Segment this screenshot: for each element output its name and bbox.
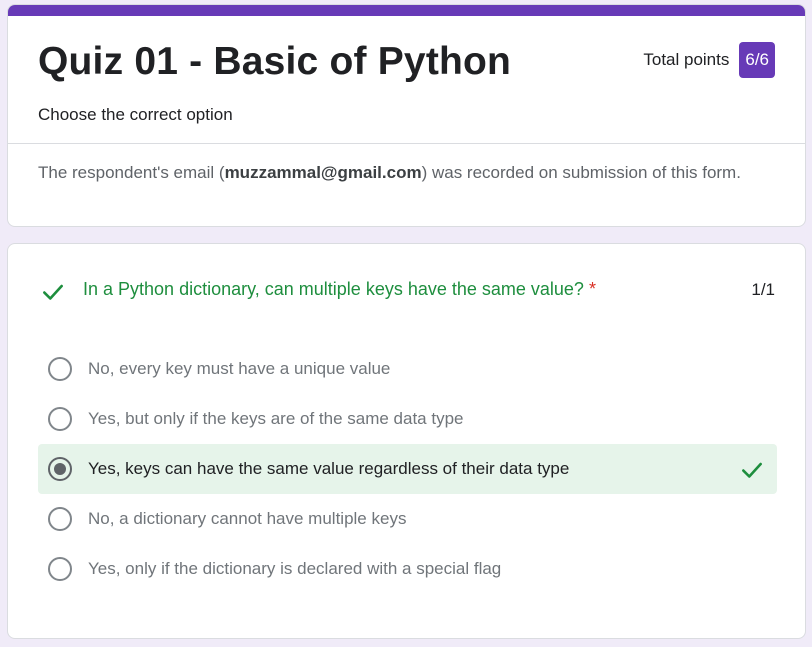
- check-icon: [742, 462, 762, 478]
- option-1[interactable]: No, every key must have a unique value: [38, 344, 777, 394]
- radio-button[interactable]: [48, 407, 72, 431]
- required-mark: *: [588, 279, 596, 299]
- radio-button-selected[interactable]: [48, 457, 72, 481]
- divider: [8, 143, 805, 144]
- radio-button[interactable]: [48, 357, 72, 381]
- total-points: Total points 6/6: [643, 42, 775, 78]
- option-label: Yes, but only if the keys are of the sam…: [88, 409, 464, 428]
- option-label: No, a dictionary cannot have multiple ke…: [88, 509, 407, 528]
- option-label: Yes, only if the dictionary is declared …: [88, 559, 502, 578]
- question-card: In a Python dictionary, can multiple key…: [7, 243, 806, 639]
- option-2[interactable]: Yes, but only if the keys are of the sam…: [38, 394, 777, 444]
- email-note-prefix: The respondent's email (: [38, 163, 225, 182]
- email-note: The respondent's email (muzzammal@gmail.…: [38, 160, 778, 185]
- page-title: Quiz 01 - Basic of Python: [38, 40, 512, 83]
- radio-dot: [54, 463, 66, 475]
- option-label: No, every key must have a unique value: [88, 359, 391, 378]
- check-icon: [43, 284, 63, 300]
- accent-bar: [8, 5, 805, 16]
- option-4[interactable]: No, a dictionary cannot have multiple ke…: [38, 494, 777, 544]
- option-5[interactable]: Yes, only if the dictionary is declared …: [38, 544, 777, 594]
- question-text: In a Python dictionary, can multiple key…: [83, 279, 584, 299]
- radio-button[interactable]: [48, 507, 72, 531]
- radio-button[interactable]: [48, 557, 72, 581]
- question-score: 1/1: [751, 280, 775, 299]
- total-points-badge: 6/6: [739, 42, 775, 78]
- question-title: In a Python dictionary, can multiple key…: [83, 279, 596, 300]
- respondent-email: muzzammal@gmail.com: [224, 163, 422, 182]
- email-note-suffix: ) was recorded on submission of this for…: [421, 163, 741, 182]
- form-header-card: Quiz 01 - Basic of Python Total points 6…: [7, 4, 806, 227]
- option-label: Yes, keys can have the same value regard…: [88, 459, 570, 478]
- form-description: Choose the correct option: [38, 105, 233, 124]
- total-points-label: Total points: [643, 50, 730, 69]
- option-3-correct[interactable]: Yes, keys can have the same value regard…: [38, 444, 777, 494]
